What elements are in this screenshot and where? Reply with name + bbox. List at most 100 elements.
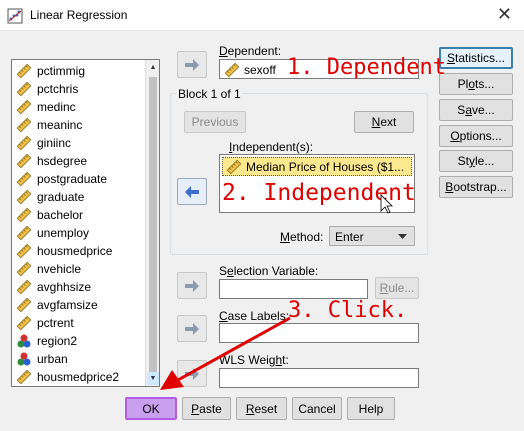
variable-list-item[interactable]: medinc [16,98,148,116]
move-to-independents-button[interactable] [177,178,207,205]
variable-list-item[interactable]: urban [16,350,148,368]
paste-button[interactable]: Paste [182,397,231,420]
scale-ruler-icon [16,243,32,259]
method-label: Method: [280,230,324,244]
variable-list-item[interactable]: nvehicle [16,260,148,278]
dependent-variable[interactable]: sexoff [224,62,276,78]
window-title: Linear Regression [30,8,128,22]
chevron-down-icon [398,234,407,239]
method-select[interactable]: Enter [329,226,415,246]
move-to-dependent-button[interactable] [177,51,207,78]
scale-ruler-icon [16,369,32,385]
variable-label: hsdegree [37,154,88,168]
variable-label: pctimmig [37,64,86,78]
scale-ruler-icon [16,81,32,97]
variable-list-item[interactable]: pctrent [16,314,148,332]
selection-variable-label: Selection Variable: [219,264,319,278]
variable-list-item[interactable]: pctchris [16,80,148,98]
right-arrow-icon [185,58,199,71]
left-arrow-icon [185,185,199,198]
move-to-selection-button[interactable] [177,272,207,299]
close-icon[interactable]: ✕ [497,4,512,25]
scale-ruler-icon [16,189,32,205]
variable-label: giniinc [37,136,72,150]
variable-list-item[interactable]: avgfamsize [16,296,148,314]
scale-ruler-icon [16,207,32,223]
variable-list-item[interactable]: pctimmig [16,62,148,80]
independent-value: Median Price of Houses ($1... [246,159,405,174]
rule-button[interactable]: Rule... [375,277,419,299]
scale-ruler-icon [16,279,32,295]
scale-ruler-icon [16,117,32,133]
wls-weight-field[interactable] [219,368,419,388]
options-button[interactable]: Options... [439,125,513,147]
variable-list-item[interactable]: unemploy [16,224,148,242]
scale-ruler-icon [16,153,32,169]
nominal-balls-icon [17,352,31,366]
variable-label: graduate [37,190,85,204]
scroll-up-arrow-icon[interactable]: ▲ [147,61,159,74]
right-arrow-icon [185,279,199,292]
bootstrap-button[interactable]: Bootstrap... [439,176,513,198]
plots-button[interactable]: Pl o ts... [439,73,513,95]
regression-app-icon [7,8,23,24]
scale-ruler-icon [16,63,32,79]
ok-button[interactable]: OK [125,397,177,420]
variable-label: housmedprice2 [37,370,120,384]
variable-label: postgraduate [37,172,108,186]
scale-ruler-icon [16,315,32,331]
annotation-click: 3. Click. [288,298,408,323]
variable-label: urban [37,352,68,366]
scale-ruler-icon [16,297,32,313]
independents-label: Independent(s): [229,140,314,154]
variable-list-item[interactable]: housmedprice2 [16,368,148,386]
variable-label: region2 [37,334,78,348]
variable-list-item[interactable]: avghhsize [16,278,148,296]
previous-button[interactable]: Previous [184,111,246,133]
help-button[interactable]: Help [347,397,395,420]
dependent-label: Dependent: [219,44,282,58]
move-to-wls-weight-button[interactable] [177,360,207,387]
variable-list-item[interactable]: giniinc [16,134,148,152]
method-value: Enter [335,230,364,244]
scale-ruler-icon [16,99,32,115]
variable-label: medinc [37,100,76,114]
selection-variable-field[interactable] [219,279,368,299]
variable-label: pctchris [37,82,79,96]
variable-list[interactable]: ▲ ▼ pctimmig pctchris medinc meaninc giniinc… [11,59,160,387]
variable-list-item[interactable]: meaninc [16,116,148,134]
independent-variable[interactable]: Median Price of Houses ($1... [222,157,412,176]
scroll-down-arrow-icon[interactable]: ▼ [147,372,159,385]
statistics-button[interactable]: Statistics... [439,47,513,69]
right-arrow-icon [185,367,199,380]
variable-list-item[interactable]: bachelor [16,206,148,224]
title-bar: Linear Regression ✕ [0,0,524,31]
variable-label: housmedprice [37,244,113,258]
variable-label: bachelor [37,208,84,222]
variable-list-item[interactable]: graduate [16,188,148,206]
variable-label: unemploy [37,226,90,240]
variable-label: avghhsize [37,280,92,294]
save-button[interactable]: Sa ve... [439,99,513,121]
right-arrow-icon [185,322,199,335]
move-to-case-labels-button[interactable] [177,315,207,342]
variable-list-item[interactable]: hsdegree [16,152,148,170]
next-button[interactable]: Next [354,111,414,133]
variable-label: nvehicle [37,262,82,276]
variable-label: meaninc [37,118,83,132]
reset-button[interactable]: Reset [236,397,287,420]
variable-list-item[interactable]: region2 [16,332,148,350]
wls-weight-label: WLS Weight: [219,353,289,367]
case-labels-label: Case Labels: [219,309,290,323]
nominal-balls-icon [17,334,31,348]
variable-list-item[interactable]: postgraduate [16,170,148,188]
annotation-dependent: 1. Dependent [287,55,446,80]
cancel-button[interactable]: Cancel [292,397,342,420]
case-labels-field[interactable] [219,323,419,343]
scale-ruler-icon [16,261,32,277]
scale-ruler-icon [16,171,32,187]
scroll-thumb[interactable] [149,77,157,372]
block-title: Block 1 of 1 [176,87,243,101]
variable-list-item[interactable]: housmedprice [16,242,148,260]
style-button[interactable]: St y le... [439,150,513,172]
